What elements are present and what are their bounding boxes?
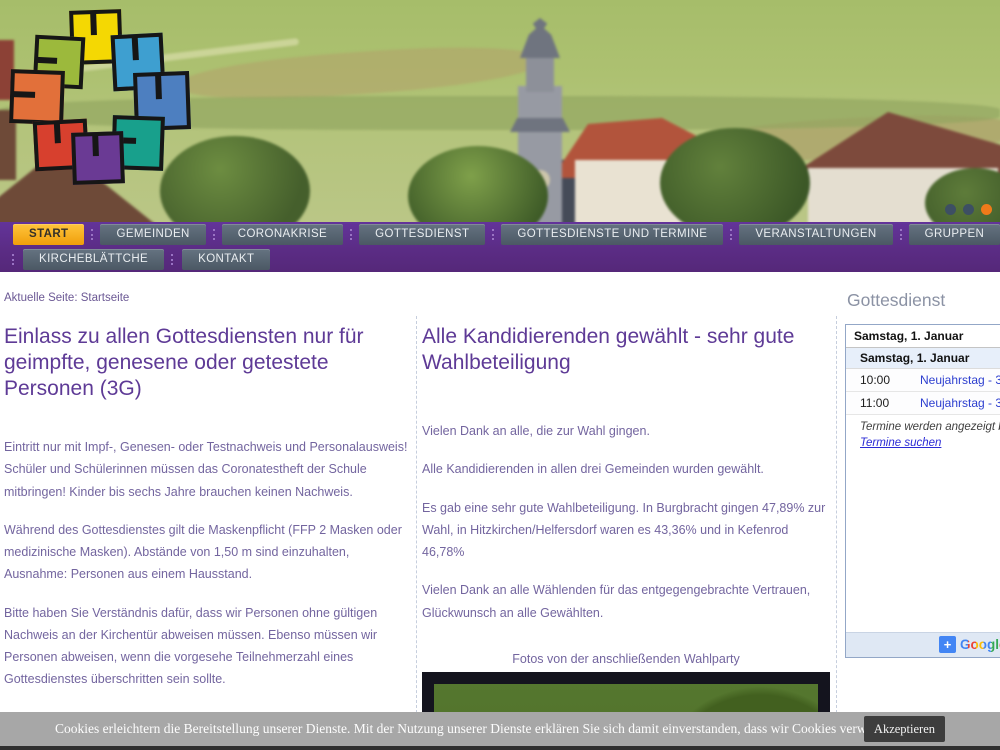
main-content: Aktuelle Seite: Startseite Einlass zu al… [0, 272, 1000, 750]
nav-separator [12, 254, 16, 265]
logo-square-purple [71, 131, 125, 185]
nav-item-veranstaltungen[interactable]: VERANSTALTUNGEN [739, 224, 892, 245]
paragraph: Während des Gottesdienstes gilt die Mask… [4, 519, 412, 586]
bottom-strip [0, 746, 1000, 750]
paragraph: Alle Kandidierenden in allen drei Gemein… [422, 458, 830, 480]
calendar-event-row: 10:00 Neujahrstag - 3G [846, 369, 1000, 392]
church-steeple-lantern [526, 52, 554, 92]
nav-item-kircheblaettche[interactable]: KIRCHEBLÄTTCHE [23, 249, 164, 270]
calendar-date-subheader: Samstag, 1. Januar [846, 348, 1000, 369]
nav-item-gemeinden[interactable]: GEMEINDEN [100, 224, 205, 245]
church-steeple-flare [510, 118, 570, 132]
site-logo[interactable] [4, 4, 194, 192]
calendar-note: Termine werden angezeigt bis 28.2.. Weit… [846, 415, 1000, 456]
photo-caption: Fotos von der anschließenden Wahlparty [422, 652, 830, 666]
event-link[interactable]: Neujahrstag - 3G [920, 396, 1000, 410]
calendar-note-text: Termine werden angezeigt bis 28.2.. [860, 421, 1000, 433]
calendar-date-header: Samstag, 1. Januar [846, 325, 1000, 348]
cookie-message: Cookies erleichtern die Bereitstellung u… [55, 721, 902, 737]
nav-row-1: START GEMEINDEN CORONAKRISE GOTTESDIENST… [0, 222, 1000, 247]
event-time: 10:00 [860, 373, 920, 387]
google-calendar-badge[interactable]: + Google [939, 636, 1000, 653]
header-photo [0, 0, 1000, 222]
slider-dot-3-active[interactable] [981, 204, 992, 215]
article-wahl: Alle Kandidierenden gewählt - sehr gute … [422, 316, 830, 676]
calendar-widget: Samstag, 1. Januar Samstag, 1. Januar 10… [845, 324, 1000, 658]
article-title: Alle Kandidierenden gewählt - sehr gute … [422, 324, 830, 376]
paragraph: Bitte haben Sie Verständnis dafür, dass … [4, 602, 412, 691]
nav-item-gottesdienste-und-termine[interactable]: GOTTESDIENSTE UND TERMINE [501, 224, 723, 245]
nav-item-coronakrise[interactable]: CORONAKRISE [222, 224, 343, 245]
sidebar-title: Gottesdienst [847, 290, 945, 311]
nav-separator [492, 229, 494, 240]
cookie-banner: Cookies erleichtern die Bereitstellung u… [0, 712, 1000, 746]
church-steeple-dome [520, 18, 560, 58]
slider-dot-2[interactable] [963, 204, 974, 215]
nav-item-kontakt[interactable]: KONTAKT [182, 249, 270, 270]
nav-separator [91, 229, 93, 240]
nav-separator [900, 229, 902, 240]
nav-item-gruppen[interactable]: GRUPPEN [909, 224, 1000, 245]
nav-separator [730, 229, 732, 240]
event-time: 11:00 [860, 396, 920, 410]
article-title: Einlass zu allen Gottesdiensten nur für … [4, 324, 412, 402]
paragraph: Vielen Dank an alle Wählenden für das en… [422, 579, 830, 624]
nav-item-gottesdienst[interactable]: GOTTESDIENST [359, 224, 485, 245]
sidebar: Gottesdienst Samstag, 1. Januar Samstag,… [845, 272, 1000, 750]
breadcrumb: Aktuelle Seite: Startseite [4, 292, 129, 304]
nav-item-start[interactable]: START [13, 224, 84, 245]
nav-separator [350, 229, 352, 240]
event-link[interactable]: Neujahrstag - 3G [920, 373, 1000, 387]
column-separator [836, 316, 837, 718]
main-navigation: START GEMEINDEN CORONAKRISE GOTTESDIENST… [0, 222, 1000, 272]
paragraph: Es gab eine sehr gute Wahlbeteiligung. I… [422, 497, 830, 564]
paragraph: Eintritt nur mit Impf-, Genesen- oder Te… [4, 436, 412, 503]
article-einlass: Einlass zu allen Gottesdiensten nur für … [4, 316, 412, 750]
nav-row-2: KIRCHEBLÄTTCHE KONTAKT [0, 247, 1000, 272]
column-separator [416, 316, 417, 718]
google-logo: Google [960, 637, 1000, 652]
slider-dots [945, 204, 992, 215]
paragraph: Vielen Dank an alle, die zur Wahl gingen… [422, 420, 830, 442]
article-body: Vielen Dank an alle, die zur Wahl gingen… [422, 420, 830, 624]
calendar-footer: + Google [846, 632, 1000, 657]
calendar-event-row: 11:00 Neujahrstag - 3G [846, 392, 1000, 415]
article-body: Eintritt nur mit Impf-, Genesen- oder Te… [4, 436, 412, 739]
accept-cookies-button[interactable]: Akzeptieren [864, 716, 945, 742]
logo-square-orange [9, 69, 65, 125]
google-plus-icon: + [939, 636, 956, 653]
page: START GEMEINDEN CORONAKRISE GOTTESDIENST… [0, 0, 1000, 750]
nav-separator [213, 229, 215, 240]
nav-separator [171, 254, 175, 265]
slider-dot-1[interactable] [945, 204, 956, 215]
